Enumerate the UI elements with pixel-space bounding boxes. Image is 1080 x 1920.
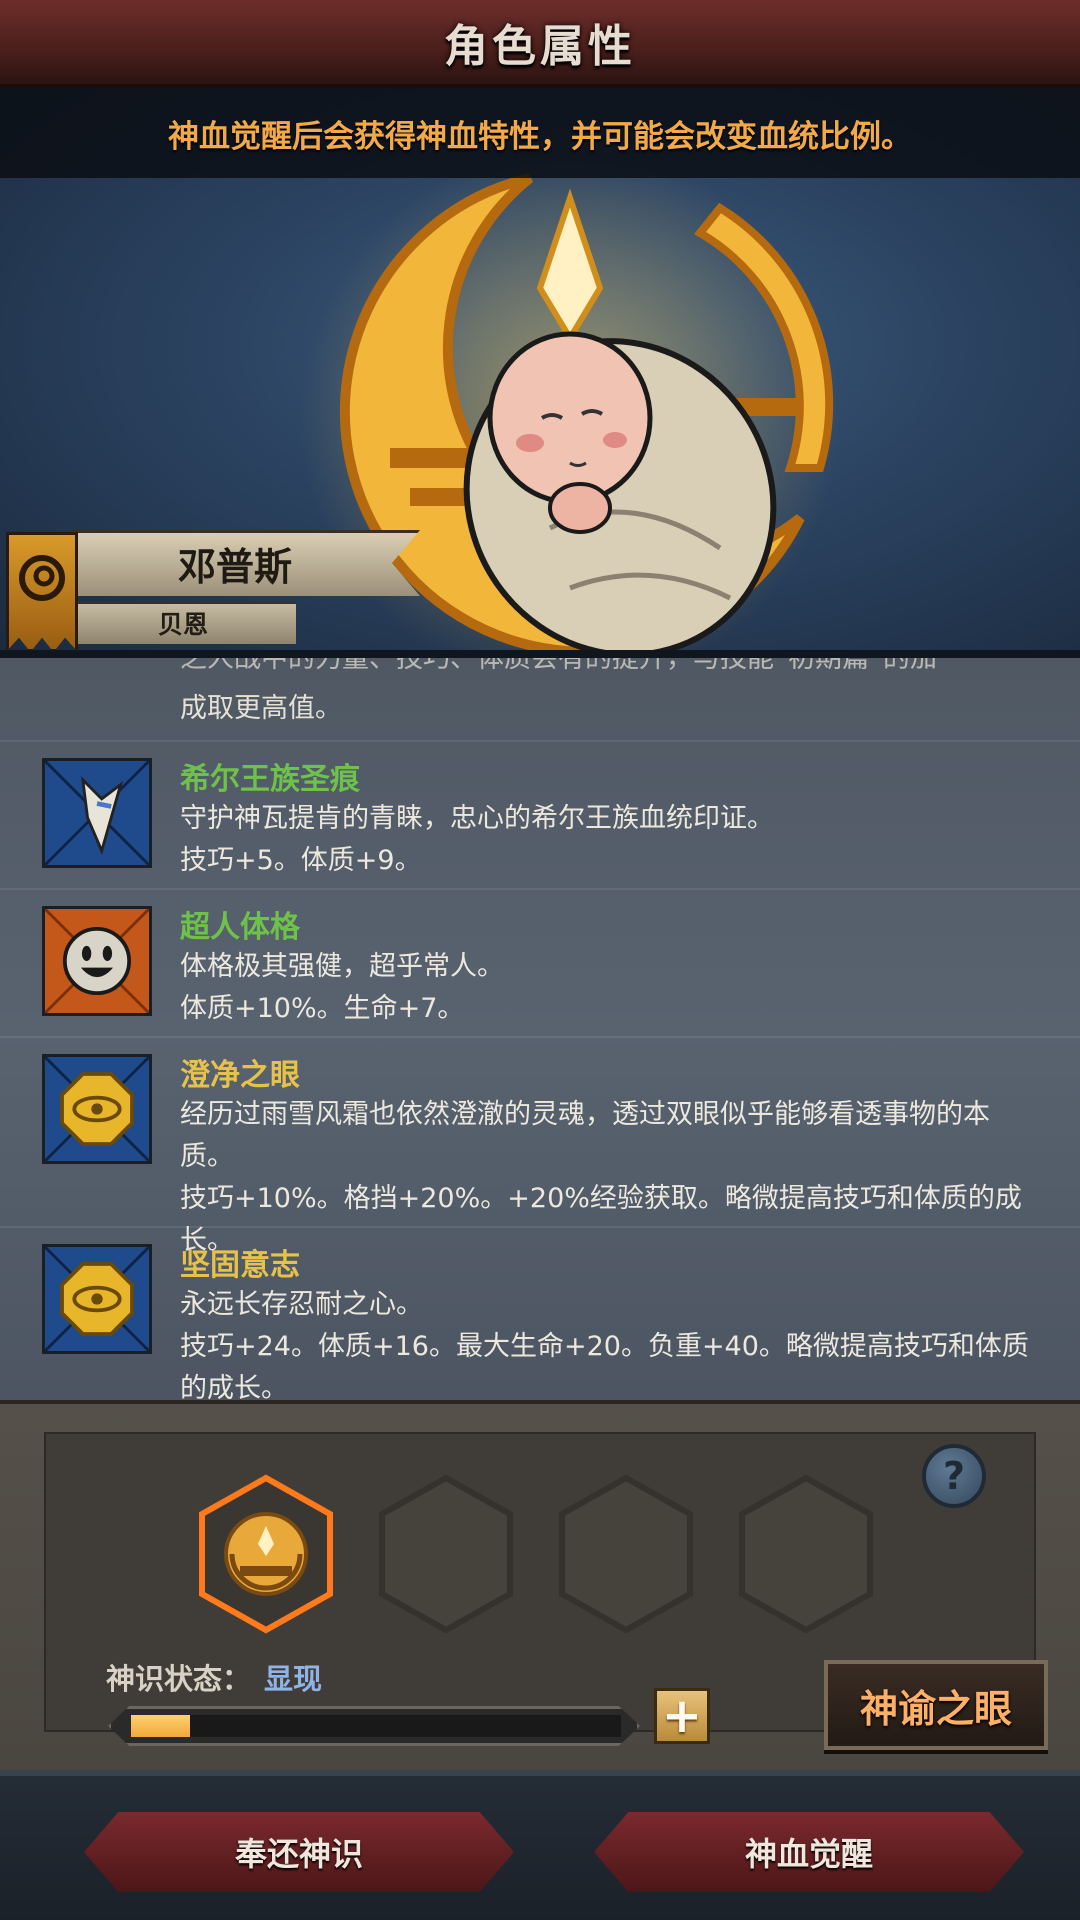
trait-partial-line1: 之人战中的力量、技巧、体质会有的提升，与技能“初期篇”的加 (180, 658, 937, 674)
trait-list[interactable]: 之人战中的力量、技巧、体质会有的提升，与技能“初期篇”的加 成取更高值。 希尔王… (0, 658, 1080, 1400)
trait-name: 超人体格 (180, 910, 300, 945)
hint-banner: 神血觉醒后会获得神血特性，并可能会改变血统比例。 (0, 88, 1080, 178)
divine-progress-bar (108, 1706, 640, 1746)
trait-desc-line: 经历过雨雪风霜也依然澄澈的灵魂，透过双眼似乎能够看透事物的本质。 (180, 1099, 990, 1172)
trait-item[interactable]: 坚固意志 永远长存忍耐之心。 技巧+24。体质+16。最大生命+20。负重+40… (0, 1226, 1080, 1400)
golden-eye-medal-icon (42, 1054, 152, 1164)
page-title: 角色属性 (444, 21, 636, 72)
divine-panel-inner: 神识状态： 显现 + 神谕之眼 (44, 1432, 1048, 1750)
trait-item[interactable]: 超人体格 体格极其强健，超乎常人。 体质+10%。生命+7。 (0, 888, 1080, 1036)
trait-desc-line: 的成长。 (180, 1373, 288, 1400)
spiral-emblem-icon (19, 555, 65, 601)
golden-eye-medal-icon (42, 1244, 152, 1354)
progress-fill (131, 1715, 190, 1737)
character-subname: 贝恩 (157, 610, 208, 639)
smiley-face-icon (42, 906, 152, 1016)
title-bar: 角色属性 (0, 0, 1080, 88)
trait-description: 体格极其强健，超乎常人。 体质+10%。生命+7。 (180, 946, 1040, 1030)
divine-panel: 神识状态： 显现 + 神谕之眼 ? (0, 1400, 1080, 1770)
trait-name: 澄净之眼 (180, 1058, 300, 1093)
help-icon[interactable]: ? (922, 1444, 986, 1508)
claw-icon (42, 758, 152, 868)
hint-text: 神血觉醒后会获得神血特性，并可能会改变血统比例。 (168, 118, 912, 155)
name-banner: 邓普斯 贝恩 (0, 520, 430, 652)
trait-desc-line: 体格极其强健，超乎常人。 (180, 951, 504, 982)
trait-desc-line: 体质+10%。生命+7。 (180, 993, 465, 1024)
trait-description: 守护神瓦提肯的青睐，忠心的希尔王族血统印证。 技巧+5。体质+9。 (180, 798, 1040, 882)
trait-item[interactable]: 澄净之眼 经历过雨雪风霜也依然澄澈的灵魂，透过双眼似乎能够看透事物的本质。 技巧… (0, 1036, 1080, 1256)
trait-desc-line: 永远长存忍耐之心。 (180, 1289, 423, 1320)
trait-desc-line: 技巧+24。体质+16。最大生命+20。负重+40。略微提高技巧和体质 (180, 1331, 1029, 1362)
baby-portrait (463, 331, 777, 658)
trait-partial-line2: 成取更高值。 (180, 693, 342, 724)
character-name: 邓普斯 (177, 544, 292, 589)
trait-desc-line: 技巧+10%。格挡+20%。+20%经验获取。略微提高技巧和体质的成 (180, 1183, 1022, 1214)
trait-desc-line: 技巧+5。体质+9。 (180, 845, 422, 876)
trait-description: 永远长存忍耐之心。 技巧+24。体质+16。最大生命+20。负重+40。略微提高… (180, 1284, 1040, 1400)
add-progress-button[interactable]: + (654, 1688, 710, 1744)
divine-slot-empty[interactable] (376, 1474, 516, 1634)
footer-bar: 奉还神识 神血觉醒 (0, 1770, 1080, 1920)
divine-slot-active[interactable] (196, 1474, 336, 1634)
trait-item[interactable]: 希尔王族圣痕 守护神瓦提肯的青睐，忠心的希尔王族血统印证。 技巧+5。体质+9。 (0, 740, 1080, 888)
return-divine-sense-button[interactable]: 奉还神识 (84, 1812, 514, 1892)
trait-name: 希尔王族圣痕 (180, 762, 360, 797)
divine-blood-awaken-button[interactable]: 神血觉醒 (594, 1812, 1024, 1892)
divine-status-value: 显现 (264, 1662, 323, 1696)
trait-desc-line: 守护神瓦提肯的青睐，忠心的希尔王族血统印证。 (180, 803, 774, 834)
oracle-eye-button[interactable]: 神谕之眼 (824, 1660, 1048, 1750)
divine-status-label: 神识状态： (106, 1662, 252, 1696)
progress-track (131, 1715, 621, 1737)
trait-name: 坚固意志 (180, 1248, 300, 1283)
divine-slot-empty[interactable] (556, 1474, 696, 1634)
divine-slot-empty[interactable] (736, 1474, 876, 1634)
